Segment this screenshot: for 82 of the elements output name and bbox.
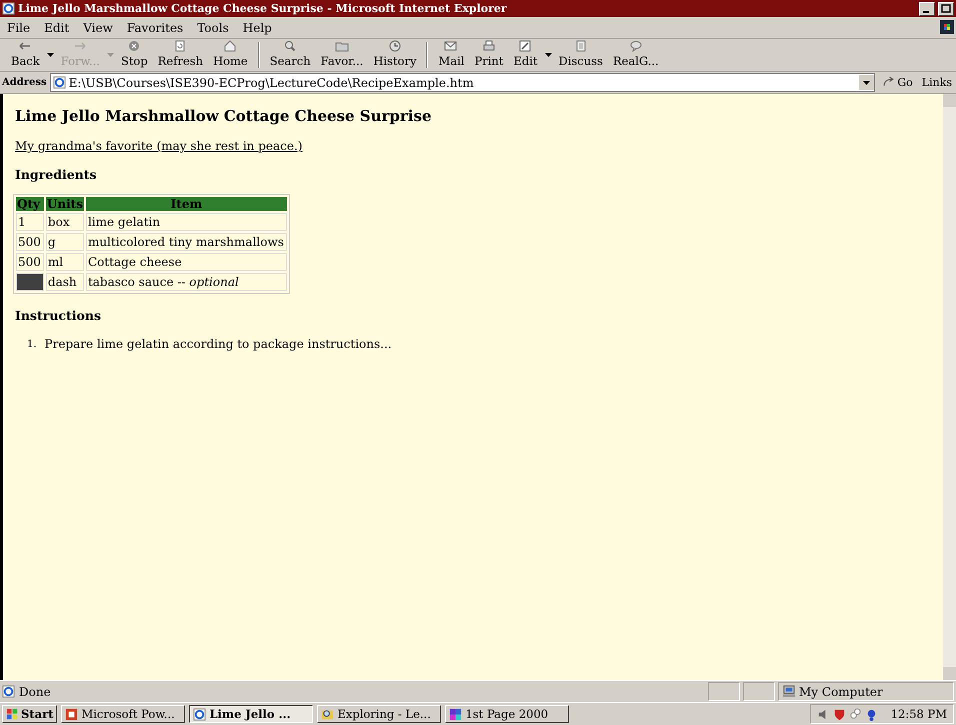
zone-text: My Computer (799, 684, 883, 698)
app-icon (193, 708, 206, 720)
app-icon (321, 708, 334, 720)
dropdown-caret-icon[interactable] (46, 53, 54, 57)
status-text: Done (19, 684, 51, 698)
page-icon (2, 685, 15, 698)
page-heading: Lime Jello Marshmallow Cottage Cheese Surprise (15, 107, 432, 125)
table-cell: Cottage cheese (86, 253, 287, 271)
table-cell: g (46, 233, 84, 251)
toolbar-button[interactable]: History (368, 39, 422, 71)
table-cell: box (46, 213, 84, 231)
toolbar-button[interactable]: Refresh (152, 39, 208, 71)
taskbar-button[interactable]: Lime Jello ... (189, 705, 314, 723)
step-number: 1. (27, 338, 37, 351)
house-icon (223, 40, 238, 52)
windows-flag-icon (6, 708, 19, 720)
toolbar-button[interactable]: Stop (116, 39, 153, 71)
menu-item[interactable]: Tools (196, 20, 230, 34)
pencil-page-icon (518, 40, 532, 52)
section-heading: Ingredients (15, 167, 98, 182)
toolbar-button[interactable]: Favor... (316, 39, 368, 71)
envelope-icon (444, 40, 458, 52)
toolbar-button[interactable]: Search (264, 39, 316, 71)
address-label: Address (2, 77, 47, 88)
toolbar-button[interactable]: Home (208, 39, 253, 71)
table-cell: multicolored tiny marshmallows (86, 233, 287, 251)
table-cell: dash (46, 273, 84, 291)
links-button[interactable]: Links (920, 76, 954, 89)
column-header: Qty (16, 197, 44, 211)
minimize-icon[interactable] (919, 2, 935, 16)
menu-item[interactable]: View (82, 20, 114, 34)
table-cell: 500 (16, 233, 44, 251)
printer-icon (482, 40, 496, 52)
menu-item[interactable]: File (6, 20, 32, 34)
address-field[interactable]: E:\USB\Courses\ISE390-ECProg\LectureCode\RecipeExample.htm (50, 73, 876, 92)
menu-item[interactable]: Favorites (126, 20, 184, 34)
toolbar-button[interactable]: Edit (508, 39, 542, 71)
stop-icon (127, 40, 142, 52)
taskbar-button[interactable]: Microsoft Pow... (61, 705, 186, 723)
column-header: Units (46, 197, 84, 211)
toolbar-button[interactable]: Discuss (554, 39, 608, 71)
toolbar-button[interactable]: RealG... (608, 39, 664, 71)
toolbar-button[interactable]: Back (6, 39, 45, 71)
toolbar-button[interactable]: Mail (433, 39, 470, 71)
clock-icon (388, 40, 402, 52)
refresh-icon (173, 40, 188, 52)
table-cell: tabasco sauce -- optional (86, 273, 287, 291)
app-icon (449, 708, 462, 720)
maximize-icon[interactable] (938, 2, 954, 16)
table-cell: 1 (16, 213, 44, 231)
go-arrow-icon (882, 76, 896, 89)
section-heading: Instructions (15, 308, 102, 323)
back-arrow-icon (18, 40, 32, 52)
status-panel (708, 682, 740, 701)
page-icon (52, 76, 66, 89)
table-cell: 500 (16, 253, 44, 271)
network-icon (848, 708, 862, 720)
taskbar-button[interactable]: 1st Page 2000 (445, 705, 570, 723)
folder-icon (334, 40, 349, 52)
taskbar-button[interactable]: Exploring - Le... (317, 705, 442, 723)
start-button[interactable]: Start (2, 705, 58, 723)
page-icon (574, 40, 588, 52)
column-header: Item (86, 197, 287, 211)
browser-icon (2, 2, 15, 15)
table-cell: lime gelatin (86, 213, 287, 231)
app-icon (65, 708, 78, 720)
computer-icon (783, 685, 796, 698)
go-button[interactable]: Go (878, 76, 917, 89)
menu-item[interactable]: Help (242, 20, 273, 34)
table-cell: ml (46, 253, 84, 271)
forward-arrow-icon (73, 40, 88, 52)
subtitle-text: My grandma's favorite (may she rest in peace.) (15, 139, 302, 153)
toolbar-button[interactable]: Print (469, 39, 508, 71)
shield-icon (832, 708, 846, 720)
speech-bubble-icon (628, 40, 643, 52)
window-title: Lime Jello Marshmallow Cottage Cheese Surprise - Microsoft Internet Explorer (18, 2, 508, 15)
step-text: Prepare lime gelatin according to package instructions... (44, 337, 392, 351)
menu-item[interactable]: Edit (43, 20, 70, 34)
status-panel (743, 682, 775, 701)
dropdown-caret-icon[interactable] (544, 53, 552, 57)
search-icon (283, 40, 298, 52)
clock-text: 12:58 PM (890, 707, 947, 721)
